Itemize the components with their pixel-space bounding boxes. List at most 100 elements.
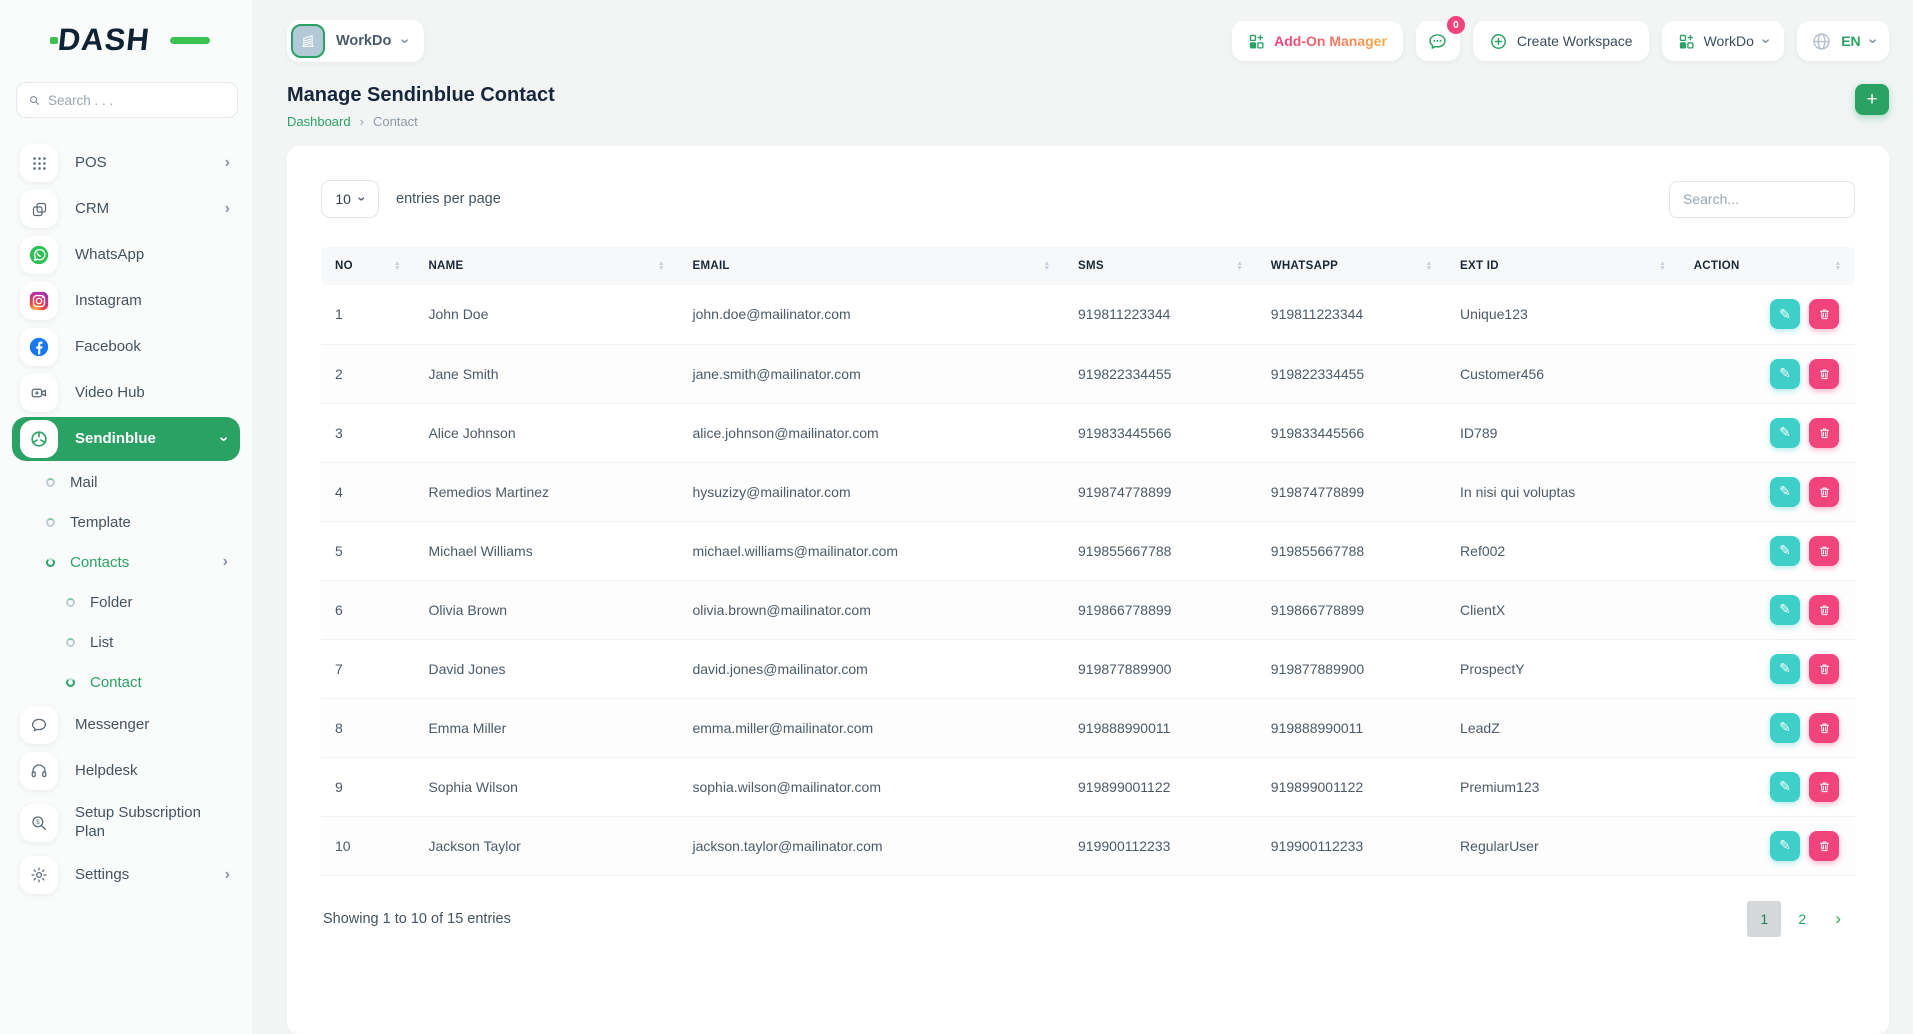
delete-button[interactable]: [1809, 418, 1839, 448]
bullet-icon: [46, 518, 55, 527]
sort-arrows-icon[interactable]: ▲▼: [658, 261, 664, 272]
workspace-pill[interactable]: WorkDo ›: [287, 20, 424, 62]
sidebar-item-setup-subscription-plan[interactable]: $ Setup Subscription Plan: [0, 794, 252, 852]
trash-icon: [1818, 662, 1831, 676]
sort-arrows-icon[interactable]: ▲▼: [394, 261, 400, 272]
cell-email: sophia.wilson@mailinator.com: [678, 757, 1064, 816]
sidebar-item-contact[interactable]: Contact: [0, 662, 252, 702]
edit-button[interactable]: ✎: [1770, 536, 1800, 566]
delete-button[interactable]: [1809, 477, 1839, 507]
sidebar-item-label: Instagram: [75, 292, 230, 311]
sidebar-item-label: WhatsApp: [75, 246, 230, 265]
create-workspace-button[interactable]: Create Workspace: [1473, 21, 1649, 61]
delete-button[interactable]: [1809, 299, 1839, 329]
facebook-icon: [20, 328, 58, 366]
column-header-no[interactable]: NO: [335, 260, 353, 272]
chevron-down-icon: ›: [360, 191, 365, 207]
entries-select[interactable]: 10 ›: [321, 180, 379, 218]
sidebar-item-label: Messenger: [75, 716, 230, 735]
column-header-ext-id[interactable]: EXT ID: [1460, 260, 1499, 272]
bullet-icon: [46, 478, 55, 487]
sidebar-search-input[interactable]: [48, 93, 225, 108]
page-button-1[interactable]: 1: [1747, 901, 1781, 937]
workspace-menu-button[interactable]: WorkDo ›: [1662, 21, 1785, 61]
delete-button[interactable]: [1809, 831, 1839, 861]
delete-button[interactable]: [1809, 359, 1839, 389]
sidebar-item-label: List: [90, 634, 252, 651]
cell-sms: 919811223344: [1064, 285, 1257, 344]
chevron-right-icon: ›: [225, 866, 230, 884]
sort-arrows-icon[interactable]: ▲▼: [1835, 261, 1841, 272]
edit-button[interactable]: ✎: [1770, 359, 1800, 389]
edit-button[interactable]: ✎: [1770, 595, 1800, 625]
sidebar-item-contacts[interactable]: Contacts ›: [0, 542, 252, 582]
sort-arrows-icon[interactable]: ▲▼: [1659, 261, 1665, 272]
table-search-input[interactable]: [1669, 181, 1855, 218]
sidebar-item-label: POS: [75, 154, 225, 173]
sort-arrows-icon[interactable]: ▲▼: [1044, 261, 1050, 272]
delete-button[interactable]: [1809, 595, 1839, 625]
sidebar-item-template[interactable]: Template: [0, 502, 252, 542]
sort-arrows-icon[interactable]: ▲▼: [1426, 261, 1432, 272]
cell-action: ✎: [1680, 344, 1855, 403]
column-header-name[interactable]: NAME: [428, 260, 463, 272]
sidebar-item-whatsapp[interactable]: WhatsApp: [0, 232, 252, 278]
edit-button[interactable]: ✎: [1770, 299, 1800, 329]
column-header-sms[interactable]: SMS: [1078, 260, 1104, 272]
sidebar-nav: POS › CRM › WhatsApp Instagr: [0, 140, 252, 898]
showing-entries-text: Showing 1 to 10 of 15 entries: [323, 911, 511, 927]
messages-button[interactable]: 0: [1416, 21, 1460, 61]
sidebar-item-label: Contact: [90, 674, 252, 691]
sidebar-item-helpdesk[interactable]: Helpdesk: [0, 748, 252, 794]
language-button[interactable]: EN ›: [1797, 21, 1889, 61]
delete-button[interactable]: [1809, 772, 1839, 802]
edit-button[interactable]: ✎: [1770, 477, 1800, 507]
topbar-actions: Add-On Manager 0 Create Workspace WorkDo…: [1232, 21, 1889, 61]
edit-button[interactable]: ✎: [1770, 654, 1800, 684]
cell-action: ✎: [1680, 462, 1855, 521]
sidebar-item-settings[interactable]: Settings ›: [0, 852, 252, 898]
page-button-2[interactable]: 2: [1785, 901, 1819, 937]
addon-manager-button[interactable]: Add-On Manager: [1232, 21, 1403, 61]
trash-icon: [1818, 721, 1831, 735]
breadcrumb-dashboard-link[interactable]: Dashboard: [287, 114, 351, 129]
sidebar-item-video-hub[interactable]: Video Hub: [0, 370, 252, 416]
add-contact-button[interactable]: +: [1855, 84, 1889, 115]
sort-arrows-icon[interactable]: ▲▼: [1236, 261, 1242, 272]
sidebar-item-list[interactable]: List: [0, 622, 252, 662]
app-logo[interactable]: DASH: [58, 20, 198, 60]
column-header-email[interactable]: EMAIL: [692, 260, 729, 272]
delete-button[interactable]: [1809, 654, 1839, 684]
crm-icon: [20, 190, 58, 228]
column-header-whatsapp[interactable]: WHATSAPP: [1271, 260, 1338, 272]
column-header-action[interactable]: ACTION: [1694, 260, 1740, 272]
trash-icon: [1818, 839, 1831, 853]
delete-button[interactable]: [1809, 536, 1839, 566]
workspace-name: WorkDo: [336, 33, 391, 49]
table-row: 9 Sophia Wilson sophia.wilson@mailinator…: [321, 757, 1855, 816]
table-header-row: NO ▲▼ NAME ▲▼ EMAIL ▲▼ SMS ▲▼ WHATSAPP ▲▼ EXT…: [321, 247, 1855, 285]
sidebar-item-crm[interactable]: CRM ›: [0, 186, 252, 232]
edit-button[interactable]: ✎: [1770, 772, 1800, 802]
cell-action: ✎: [1680, 403, 1855, 462]
sidebar-item-folder[interactable]: Folder: [0, 582, 252, 622]
chevron-right-icon: ›: [225, 200, 230, 218]
whatsapp-icon: [20, 236, 58, 274]
cell-no: 5: [321, 521, 414, 580]
edit-button[interactable]: ✎: [1770, 713, 1800, 743]
sidebar-item-instagram[interactable]: Instagram: [0, 278, 252, 324]
workspace-menu-label: WorkDo: [1704, 33, 1754, 49]
sidebar-item-pos[interactable]: POS ›: [0, 140, 252, 186]
cell-no: 6: [321, 580, 414, 639]
delete-button[interactable]: [1809, 713, 1839, 743]
sidebar-item-mail[interactable]: Mail: [0, 462, 252, 502]
edit-button[interactable]: ✎: [1770, 418, 1800, 448]
next-page-button[interactable]: ›: [1823, 909, 1853, 929]
entries-label: entries per page: [396, 191, 501, 207]
cell-no: 4: [321, 462, 414, 521]
edit-button[interactable]: ✎: [1770, 831, 1800, 861]
sidebar-item-messenger[interactable]: Messenger: [0, 702, 252, 748]
cell-name: Jane Smith: [414, 344, 678, 403]
sidebar-item-facebook[interactable]: Facebook: [0, 324, 252, 370]
sidebar-item-sendinblue[interactable]: Sendinblue ›: [12, 417, 240, 461]
